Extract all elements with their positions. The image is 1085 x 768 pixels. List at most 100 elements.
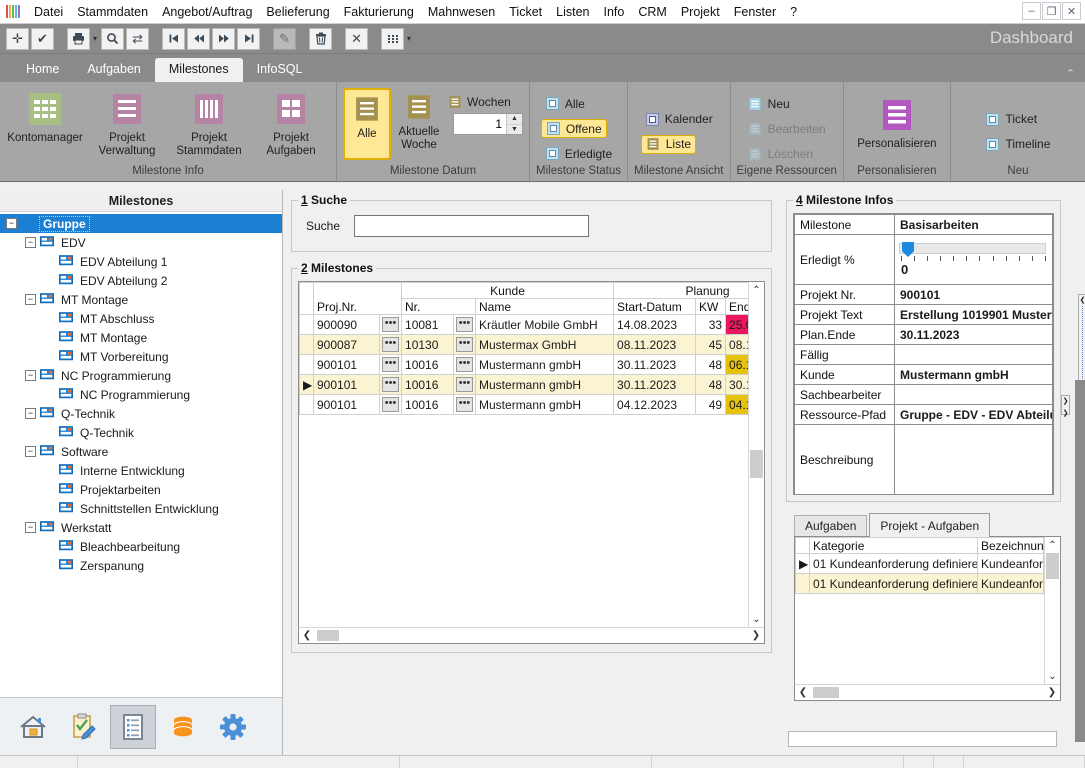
row-selector[interactable] xyxy=(299,394,314,415)
tree-node[interactable]: Zerspanung xyxy=(0,556,282,575)
grid-header-projnr[interactable]: Proj.Nr. xyxy=(312,282,403,315)
table-row[interactable]: 900087 ••• 10130 ••• Mustermax GmbH 08.11.202… xyxy=(299,334,748,355)
grid-header-start-datum[interactable]: Start-Datum xyxy=(613,298,697,315)
tree-node[interactable]: − Q-Technik xyxy=(0,404,282,423)
tasks-horizontal-scrollbar[interactable]: ❮ ❯ xyxy=(795,684,1060,700)
tree-expander-icon[interactable]: − xyxy=(25,370,36,381)
tasks-hscroll-left-arrow[interactable]: ❮ xyxy=(795,687,811,698)
tree-expander-icon[interactable]: − xyxy=(6,218,17,229)
info-value[interactable]: 0 xyxy=(894,234,1053,285)
tree-node[interactable]: Bleachbearbeitung xyxy=(0,537,282,556)
menu-item-mahnwesen[interactable]: Mahnwesen xyxy=(421,3,502,21)
hscroll-left-arrow[interactable]: ❮ xyxy=(299,630,315,641)
tree-expander-icon[interactable]: − xyxy=(25,237,36,248)
ansicht-liste-option[interactable]: Liste xyxy=(640,134,697,154)
menu-item-fakturierung[interactable]: Fakturierung xyxy=(337,3,421,21)
ribbon-collapse-button[interactable]: ⌃ xyxy=(1066,67,1075,80)
tree-node[interactable]: EDV Abteilung 2 xyxy=(0,271,282,290)
tree-expander-icon[interactable]: − xyxy=(25,294,36,305)
grid-layout-button[interactable] xyxy=(381,27,405,50)
kunde-lookup-button[interactable]: ••• xyxy=(453,394,477,415)
status-alle-option[interactable]: Alle xyxy=(541,94,589,113)
datum-aktuelle-woche-toggle[interactable]: Aktuelle Woche xyxy=(395,88,443,160)
menu-item-stammdaten[interactable]: Stammdaten xyxy=(70,3,155,21)
tree-expander-icon[interactable]: − xyxy=(25,408,36,419)
close-button[interactable]: ✕ xyxy=(1062,2,1081,20)
print-button[interactable] xyxy=(67,27,90,50)
tasks-header-bezeichnung[interactable]: Bezeichnung xyxy=(977,537,1044,554)
proj-nr-lookup-button[interactable]: ••• xyxy=(378,314,403,335)
grid-header-planung[interactable]: Planung xyxy=(613,282,748,299)
status-erledigte-option[interactable]: Erledigte xyxy=(541,144,616,163)
datum-alle-toggle[interactable]: Alle xyxy=(343,88,391,160)
proj-nr-lookup-button[interactable]: ••• xyxy=(378,334,403,355)
proj-nr-lookup-button[interactable]: ••• xyxy=(378,374,403,395)
scroll-up-arrow[interactable]: ⌃ xyxy=(749,282,764,298)
prev-record-button[interactable] xyxy=(187,27,211,50)
tree-node[interactable]: − EDV xyxy=(0,233,282,252)
add-button[interactable]: ✛ xyxy=(6,27,29,50)
row-selector[interactable]: ▶ xyxy=(299,374,314,395)
row-selector[interactable]: ▶ xyxy=(795,553,810,574)
tree-node[interactable]: MT Abschluss xyxy=(0,309,282,328)
restore-button[interactable]: ❐ xyxy=(1042,2,1061,20)
tab-milestones[interactable]: Milestones xyxy=(154,58,243,82)
tree-node[interactable]: Projektarbeiten xyxy=(0,480,282,499)
menu-item-fenster[interactable]: Fenster xyxy=(727,3,783,21)
tree-node[interactable]: − NC Programmierung xyxy=(0,366,282,385)
tree-expander-icon[interactable]: − xyxy=(25,446,36,457)
menu-item-angebot-auftrag[interactable]: Angebot/Auftrag xyxy=(155,3,259,21)
milestones-vertical-scrollbar[interactable]: ⌃ ⌄ xyxy=(748,282,764,627)
kunde-lookup-button[interactable]: ••• xyxy=(453,374,477,395)
menu-item-crm[interactable]: CRM xyxy=(631,3,673,21)
tab-aufgaben[interactable]: Aufgaben xyxy=(73,58,155,82)
tasks-clipboard-icon[interactable] xyxy=(60,705,106,749)
search-input[interactable] xyxy=(354,215,589,237)
ansicht-kalender-option[interactable]: Kalender xyxy=(641,110,717,129)
wochen-input[interactable] xyxy=(454,114,506,134)
tasks-scroll-up-arrow[interactable]: ⌃ xyxy=(1045,537,1060,553)
database-icon[interactable] xyxy=(160,705,206,749)
ressourcen-bearbeiten-button[interactable]: Bearbeiten xyxy=(744,119,830,138)
projekt-stammdaten-button[interactable]: Projekt Stammdaten xyxy=(170,88,248,160)
progress-slider-track[interactable] xyxy=(899,242,1046,257)
projekt-aufgaben-button[interactable]: Projekt Aufgaben xyxy=(252,88,330,160)
milestones-horizontal-scrollbar[interactable]: ❮ ❯ xyxy=(299,627,764,643)
grid-header-kunde[interactable]: Kunde xyxy=(401,282,615,299)
search-button[interactable] xyxy=(101,27,125,50)
proj-nr-lookup-button[interactable]: ••• xyxy=(378,354,403,375)
table-row[interactable]: 900101 ••• 10016 ••• Mustermann gmbH 04.12.20… xyxy=(299,394,748,415)
tree-expander-icon[interactable]: − xyxy=(25,522,36,533)
vscroll-track[interactable] xyxy=(749,298,764,611)
tasks-vscroll-track[interactable] xyxy=(1045,553,1060,668)
menu-item-listen[interactable]: Listen xyxy=(549,3,596,21)
first-record-button[interactable] xyxy=(162,27,186,50)
status-offene-option[interactable]: Offene xyxy=(540,119,607,138)
row-selector[interactable] xyxy=(795,573,810,594)
right-bottom-input[interactable] xyxy=(788,731,1057,747)
neu-timeline-button[interactable]: Timeline xyxy=(981,135,1054,154)
tab-infosql[interactable]: InfoSQL xyxy=(243,58,317,82)
menu-item-ticket[interactable]: Ticket xyxy=(502,3,549,21)
tree-node[interactable]: − Software xyxy=(0,442,282,461)
menu-item-datei[interactable]: Datei xyxy=(27,3,70,21)
resource-tree[interactable]: − Gruppe − EDV EDV Abteilung 1 EDV Abteilung … xyxy=(0,212,282,697)
menu-item-help[interactable]: ? xyxy=(783,3,804,21)
vsplit-right-arrow-top[interactable]: ❯ xyxy=(1063,397,1069,405)
tree-node[interactable]: Q-Technik xyxy=(0,423,282,442)
kunde-lookup-button[interactable]: ••• xyxy=(453,334,477,355)
tasks-hscroll-right-arrow[interactable]: ❯ xyxy=(1044,687,1060,698)
hscroll-right-arrow[interactable]: ❯ xyxy=(748,630,764,641)
grid-header-end-datum[interactable]: End-Datum xyxy=(725,298,748,315)
tasks-vscroll-thumb[interactable] xyxy=(1046,553,1059,579)
minimize-button[interactable]: – xyxy=(1022,2,1041,20)
edit-button[interactable]: ✎ xyxy=(273,27,297,50)
cancel-button[interactable]: ✕ xyxy=(345,27,369,50)
vscroll-thumb[interactable] xyxy=(750,450,763,478)
neu-ticket-button[interactable]: Ticket xyxy=(981,110,1041,129)
progress-slider-thumb[interactable] xyxy=(902,242,914,257)
next-record-button[interactable] xyxy=(212,27,236,50)
table-row[interactable]: 01 Kundeanforderung definieren Kundeanfor… xyxy=(795,573,1044,594)
menu-item-info[interactable]: Info xyxy=(597,3,632,21)
print-dropdown[interactable]: ▾ xyxy=(93,34,97,43)
